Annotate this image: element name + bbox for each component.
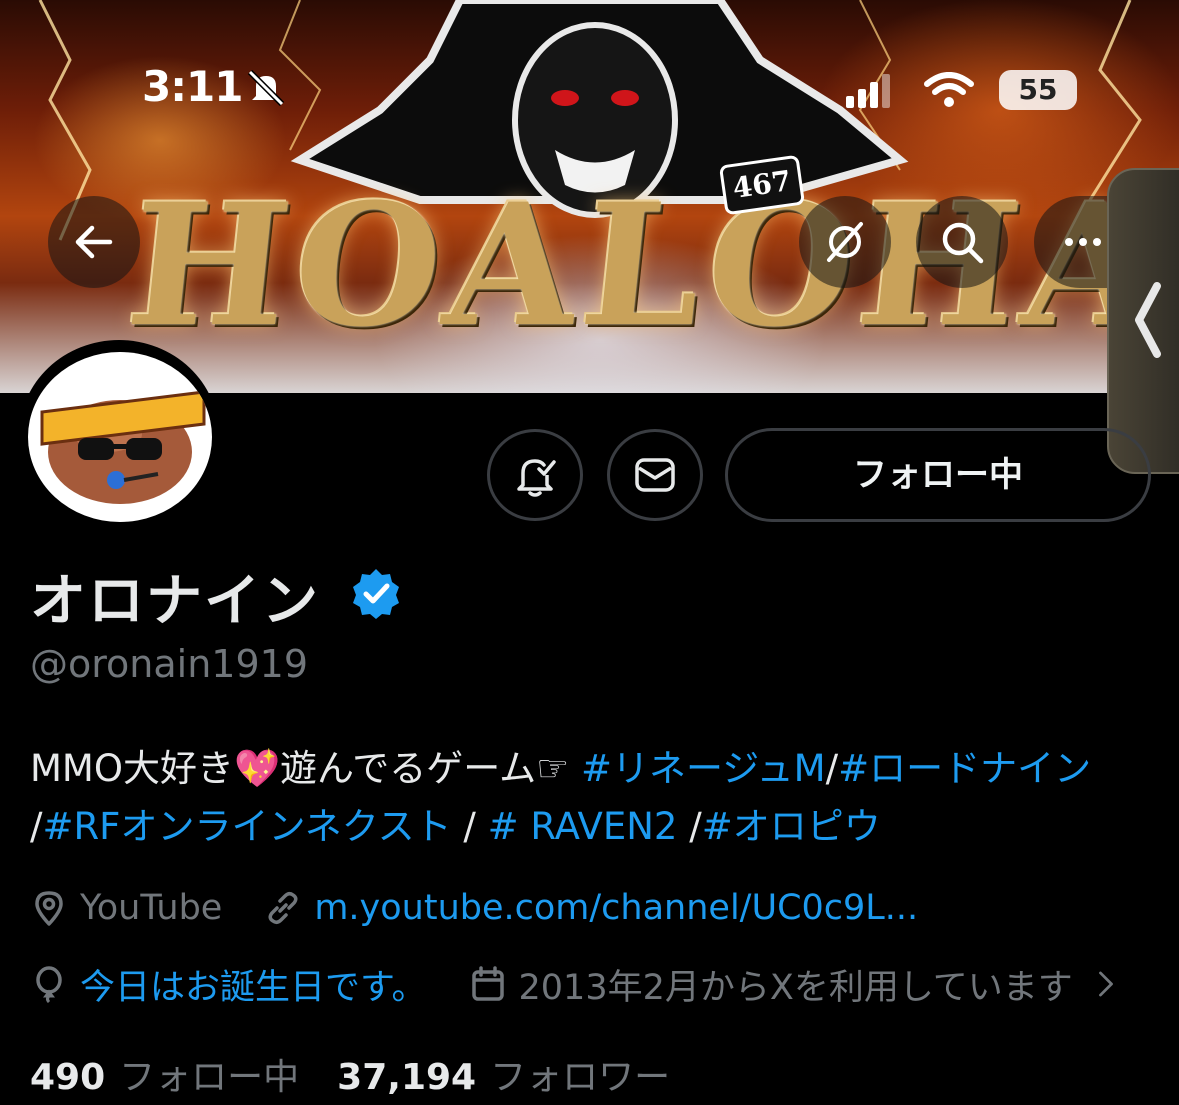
profile-banner[interactable]: HOALOHA 467 — [0, 0, 1179, 393]
message-button[interactable] — [607, 429, 703, 521]
following-label: フォロー中 — [119, 1057, 300, 1098]
following-stat[interactable]: 490 フォロー中 — [30, 1057, 299, 1098]
chevron-right-icon[interactable] — [1091, 969, 1121, 999]
calendar-icon — [471, 966, 504, 1001]
bio: MMO大好き💖遊んでるゲーム☞ #リネージュM/#ロードナイン /#RFオンライ… — [30, 740, 1150, 856]
bio-text: MMO大好き💖遊んでるゲーム☞ — [30, 747, 582, 790]
back-arrow-icon — [75, 225, 113, 259]
chevron-left-icon — [1135, 282, 1161, 358]
joined-date-text: 2013年2月からXを利用しています — [518, 967, 1073, 1008]
wifi-icon — [924, 72, 974, 107]
avatar[interactable] — [28, 352, 212, 522]
followers-label: フォロワー — [490, 1057, 671, 1098]
hashtag-link[interactable]: # RAVEN2 — [488, 805, 678, 848]
battery-indicator: 55 — [999, 70, 1077, 110]
envelope-icon — [635, 458, 675, 492]
status-time: 3:11 — [142, 62, 243, 111]
location-text: YouTube — [80, 888, 223, 928]
balloon-icon — [36, 966, 62, 1003]
search-icon — [942, 222, 984, 264]
bio-separator: / — [825, 747, 839, 790]
bell-slash-icon — [247, 70, 285, 106]
profile-meta-row: 今日はお誕生日です。 2013年2月からXを利用しています — [30, 962, 1160, 1008]
link-icon — [268, 891, 298, 925]
display-name: オロナイン — [30, 569, 320, 634]
hashtag-link[interactable]: #ロードナイン — [838, 747, 1091, 790]
more-dots-icon — [1065, 238, 1101, 246]
followers-stat[interactable]: 37,194 フォロワー — [337, 1057, 670, 1098]
back-button[interactable] — [48, 196, 140, 288]
bell-check-icon — [517, 459, 556, 497]
location-pin-icon — [35, 891, 63, 926]
birthday-text[interactable]: 今日はお誕生日です。 — [80, 959, 427, 1010]
website-link[interactable]: m.youtube.com/channel/UC0c9L... — [314, 888, 918, 928]
bio-separator: / — [451, 805, 488, 848]
avatar-image — [40, 390, 206, 504]
hashtag-link[interactable]: #RFオンラインネクスト — [42, 805, 451, 848]
follow-stats: 490 フォロー中 37,194 フォロワー — [30, 1048, 670, 1100]
bio-separator: / — [677, 805, 702, 848]
user-handle: @oronain1919 — [30, 642, 309, 686]
hashtag-link[interactable]: #リネージュM — [581, 747, 826, 790]
search-button[interactable] — [916, 196, 1008, 288]
bio-separator: / — [30, 805, 43, 848]
grok-icon — [827, 222, 863, 262]
profile-meta-row: YouTube m.youtube.com/channel/UC0c9L... — [30, 886, 918, 930]
notifications-button[interactable] — [487, 429, 583, 521]
verified-badge-icon[interactable] — [350, 567, 402, 619]
followers-count: 37,194 — [337, 1057, 477, 1098]
grok-button[interactable] — [799, 196, 891, 288]
following-count: 490 — [30, 1057, 106, 1098]
side-drawer-handle[interactable] — [1107, 168, 1179, 474]
hashtag-link[interactable]: #オロピウ — [702, 805, 881, 848]
signal-icon — [846, 74, 890, 108]
following-button[interactable]: フォロー中 — [725, 428, 1151, 522]
